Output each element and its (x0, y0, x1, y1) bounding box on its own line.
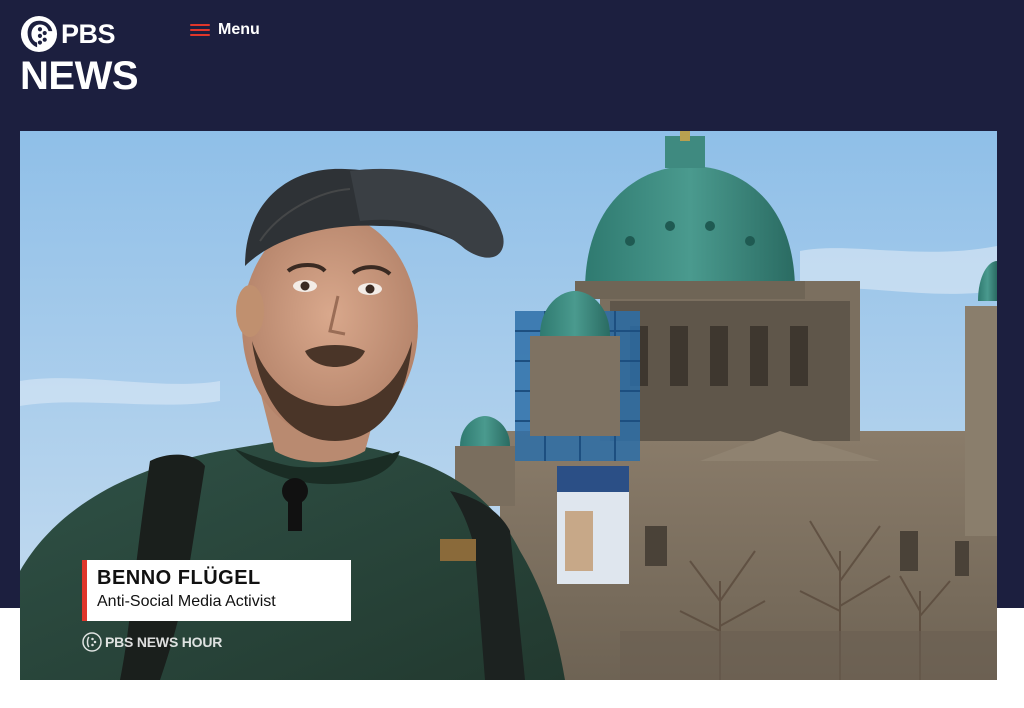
logo-section-text: NEWS (20, 54, 139, 98)
menu-label: Menu (218, 21, 260, 38)
caption-name: BENNO FLÜGEL (97, 567, 261, 589)
pbs-newshour-watermark: PBS NEWS HOUR (82, 631, 222, 653)
lower-third-caption: BENNO FLÜGEL Anti-Social Media Activist (82, 560, 351, 621)
pbs-head-icon (82, 632, 102, 652)
hamburger-icon (190, 23, 210, 37)
pbs-head-icon (20, 15, 58, 53)
menu-button[interactable]: Menu (190, 18, 260, 42)
caption-title: Anti-Social Media Activist (97, 593, 276, 610)
logo-top-row: PBS (20, 14, 135, 54)
video-player[interactable]: BENNO FLÜGEL Anti-Social Media Activist … (20, 131, 997, 680)
logo-brand-text: PBS (61, 18, 116, 49)
watermark-text: PBS NEWS HOUR (105, 634, 223, 650)
pbs-news-logo[interactable]: PBS NEWS (20, 14, 139, 100)
